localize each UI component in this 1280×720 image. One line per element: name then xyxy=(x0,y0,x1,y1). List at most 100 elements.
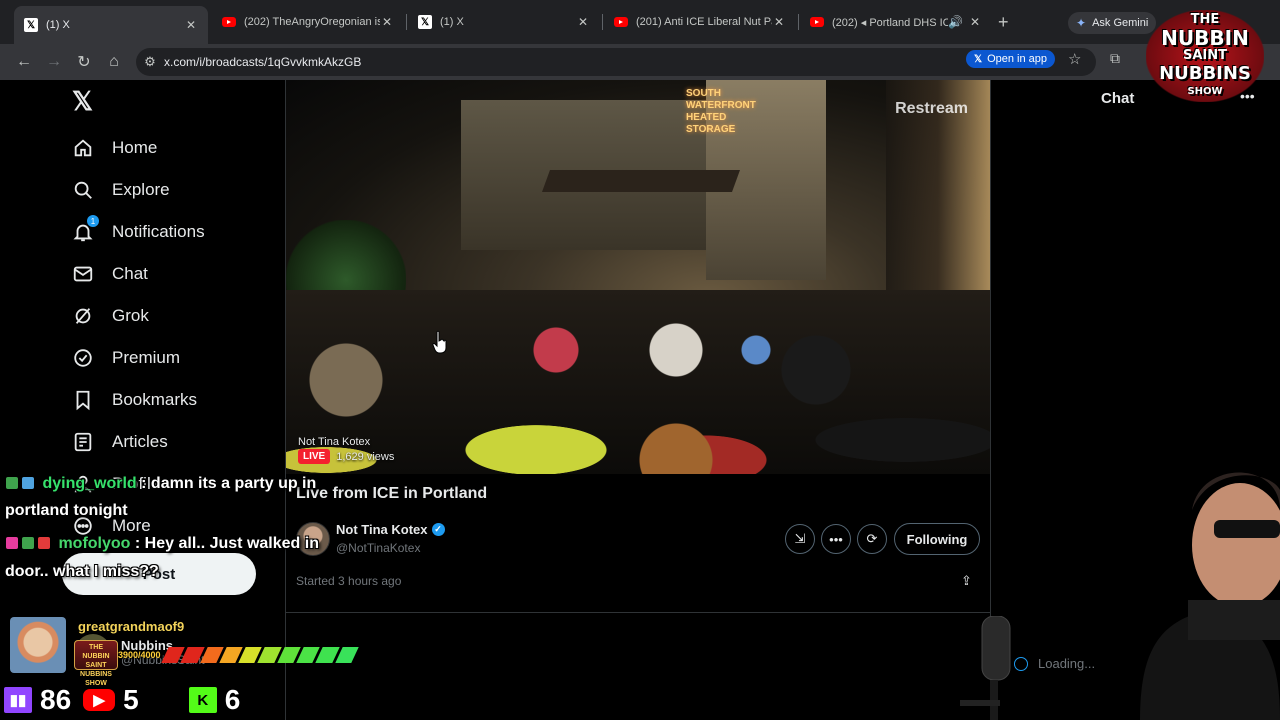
plant-badge-icon xyxy=(6,477,18,489)
youtube-badge-icon xyxy=(38,537,50,549)
tab-title: (201) Anti ICE Liberal Nut Party xyxy=(636,16,772,28)
gemini-spark-icon: ✦ xyxy=(1076,16,1087,30)
overlay-chat-continuation: door.. what I miss?? xyxy=(5,563,159,580)
reload-icon[interactable]: ↻ xyxy=(72,50,96,74)
more-options-icon[interactable]: ••• xyxy=(821,524,851,554)
host-name-text: Not Tina Kotex xyxy=(336,522,428,537)
host-name[interactable]: Not Tina Kotex ✓ xyxy=(336,522,445,537)
sidebar-item-notifications[interactable]: 1 Notifications xyxy=(72,215,205,247)
browser-tab[interactable]: (201) Anti ICE Liberal Nut Party ✕ xyxy=(604,8,796,36)
tab-close-icon[interactable]: ✕ xyxy=(772,15,786,29)
sidebar-item-chat[interactable]: Chat xyxy=(72,259,148,289)
loading-text: Loading... xyxy=(1038,656,1096,671)
sidebar-item-explore[interactable]: Explore xyxy=(72,175,170,205)
share-icon[interactable]: ⇪ xyxy=(961,573,972,589)
browser-tab[interactable]: (202) TheAngryOregonian is liv ✕ xyxy=(212,8,404,36)
overlay-chat-text: : damn its a party up in xyxy=(141,475,317,492)
browser-tabstrip: 𝕏 (1) X ✕ (202) TheAngryOregonian is liv… xyxy=(0,0,1280,44)
address-bar[interactable]: ⚙ x.com/i/broadcasts/1qGvvkmkAkzGB xyxy=(136,48,1096,76)
overlay-viewer-stats: ▮▮ 86 ▶ 5 K 6 xyxy=(4,684,252,716)
sidebar-item-label: Articles xyxy=(112,432,168,451)
microphone-icon xyxy=(960,616,1011,720)
open-in-app-label: Open in app xyxy=(987,53,1047,65)
youtube-viewer-count: 5 xyxy=(123,684,139,715)
gemini-label: Ask Gemini xyxy=(1092,17,1149,29)
sidebar-item-label: Notifications xyxy=(112,222,205,241)
column-divider xyxy=(990,80,991,620)
sidebar-item-label: Home xyxy=(112,138,158,157)
video-player[interactable]: SOUTH WATERFRONT HEATED STORAGE Restream… xyxy=(286,80,990,474)
kick-icon: K xyxy=(188,687,217,713)
sidebar-item-premium[interactable]: Premium xyxy=(72,343,180,373)
sidebar-item-articles[interactable]: Articles xyxy=(72,427,168,457)
notification-badge: 1 xyxy=(87,215,99,227)
x-favicon-icon: 𝕏 xyxy=(418,15,432,29)
x-favicon-icon: 𝕏 xyxy=(24,18,38,32)
forward-arrow-icon[interactable]: → xyxy=(42,50,66,74)
tab-close-icon[interactable]: ✕ xyxy=(576,15,590,29)
following-button[interactable]: Following xyxy=(894,523,980,555)
tab-close-icon[interactable]: ✕ xyxy=(968,15,982,29)
tab-close-icon[interactable]: ✕ xyxy=(184,18,198,32)
site-info-icon[interactable]: ⚙ xyxy=(136,54,164,70)
video-author: Not Tina Kotex xyxy=(298,436,371,448)
bookmark-star-icon[interactable]: ☆ xyxy=(1068,50,1081,68)
ask-gemini-button[interactable]: ✦ Ask Gemini xyxy=(1068,12,1157,34)
tab-title: (202) TheAngryOregonian is liv xyxy=(244,16,380,28)
overlay-chat-continuation: portland tonight xyxy=(5,502,128,519)
overlay-follower-name: greatgrandmaof9 xyxy=(78,619,185,634)
x-logo-icon: 𝕏 xyxy=(974,53,983,65)
picture-in-picture-icon[interactable]: ⇲ xyxy=(785,524,815,554)
browser-toolbar: ← → ↻ ⌂ ⚙ x.com/i/broadcasts/1qGvvkmkAkz… xyxy=(0,44,1280,80)
mail-icon xyxy=(72,263,94,285)
back-arrow-icon[interactable]: ← xyxy=(12,50,36,74)
youtube-icon: ▶ xyxy=(83,689,116,711)
video-scene-crowd xyxy=(286,290,990,474)
logo-line: NUBBIN xyxy=(1161,26,1249,50)
hand-cursor-icon xyxy=(432,330,447,354)
host-handle[interactable]: @NotTinaKotex xyxy=(336,541,420,555)
tab-separator xyxy=(406,14,407,30)
twitch-icon: ▮▮ xyxy=(4,687,32,713)
video-scene-sign: SOUTH WATERFRONT HEATED STORAGE xyxy=(686,88,756,135)
overlay-chat-user: mofolyoo xyxy=(58,535,131,552)
open-in-app-button[interactable]: 𝕏 Open in app xyxy=(966,50,1055,68)
browser-tab[interactable]: (202) ◂ Portland DHS ICE 🔊 ✕ xyxy=(800,8,992,36)
logo-line: NUBBINS xyxy=(1159,63,1251,84)
overlay-chat-text: : Hey all.. Just walked in xyxy=(134,535,319,552)
x-logo-icon[interactable]: 𝕏 xyxy=(72,88,98,114)
view-count: 1,629 views xyxy=(336,450,395,463)
home-icon[interactable]: ⌂ xyxy=(102,50,126,74)
overlay-chat-message: dying_world : damn its a party up in xyxy=(6,475,316,493)
articles-icon xyxy=(72,431,94,453)
sidebar-item-grok[interactable]: Grok xyxy=(72,301,149,331)
search-icon xyxy=(72,179,94,201)
twitch-viewer-count: 86 xyxy=(40,684,72,715)
repost-icon[interactable]: ⟳ xyxy=(857,524,887,554)
section-divider xyxy=(286,612,990,613)
restream-watermark: Restream xyxy=(895,100,968,117)
emoji-icon xyxy=(1014,656,1028,671)
tab-separator xyxy=(798,14,799,30)
url-text[interactable]: x.com/i/broadcasts/1qGvvkmkAkzGB xyxy=(164,55,1096,69)
overlay-goal-bar xyxy=(161,647,359,663)
browser-tab[interactable]: 𝕏 (1) X ✕ xyxy=(408,8,600,36)
overlay-chat-user: dying_world xyxy=(42,475,137,492)
logo-line: SHOW xyxy=(1187,86,1223,97)
video-scene-roof xyxy=(541,170,741,192)
live-indicator: LIVE 1,629 views xyxy=(298,449,394,464)
sidebar-item-bookmarks[interactable]: Bookmarks xyxy=(72,385,197,415)
chat-panel-title: Chat xyxy=(1101,90,1135,107)
browser-tab[interactable]: 𝕏 (1) X ✕ xyxy=(14,6,208,44)
extensions-icon[interactable]: ⧉ xyxy=(1110,50,1120,67)
verified-icon xyxy=(72,347,94,369)
live-badge: LIVE xyxy=(298,449,331,464)
tab-close-icon[interactable]: ✕ xyxy=(380,15,394,29)
tab-title: (1) X xyxy=(440,16,464,28)
sidebar-item-home[interactable]: Home xyxy=(72,133,157,163)
speaker-icon[interactable]: 🔊 xyxy=(948,15,963,29)
bell-icon: 1 xyxy=(72,215,99,243)
home-icon xyxy=(72,137,94,159)
new-tab-button[interactable]: + xyxy=(998,12,1009,33)
tab-title: (1) X xyxy=(46,19,70,31)
